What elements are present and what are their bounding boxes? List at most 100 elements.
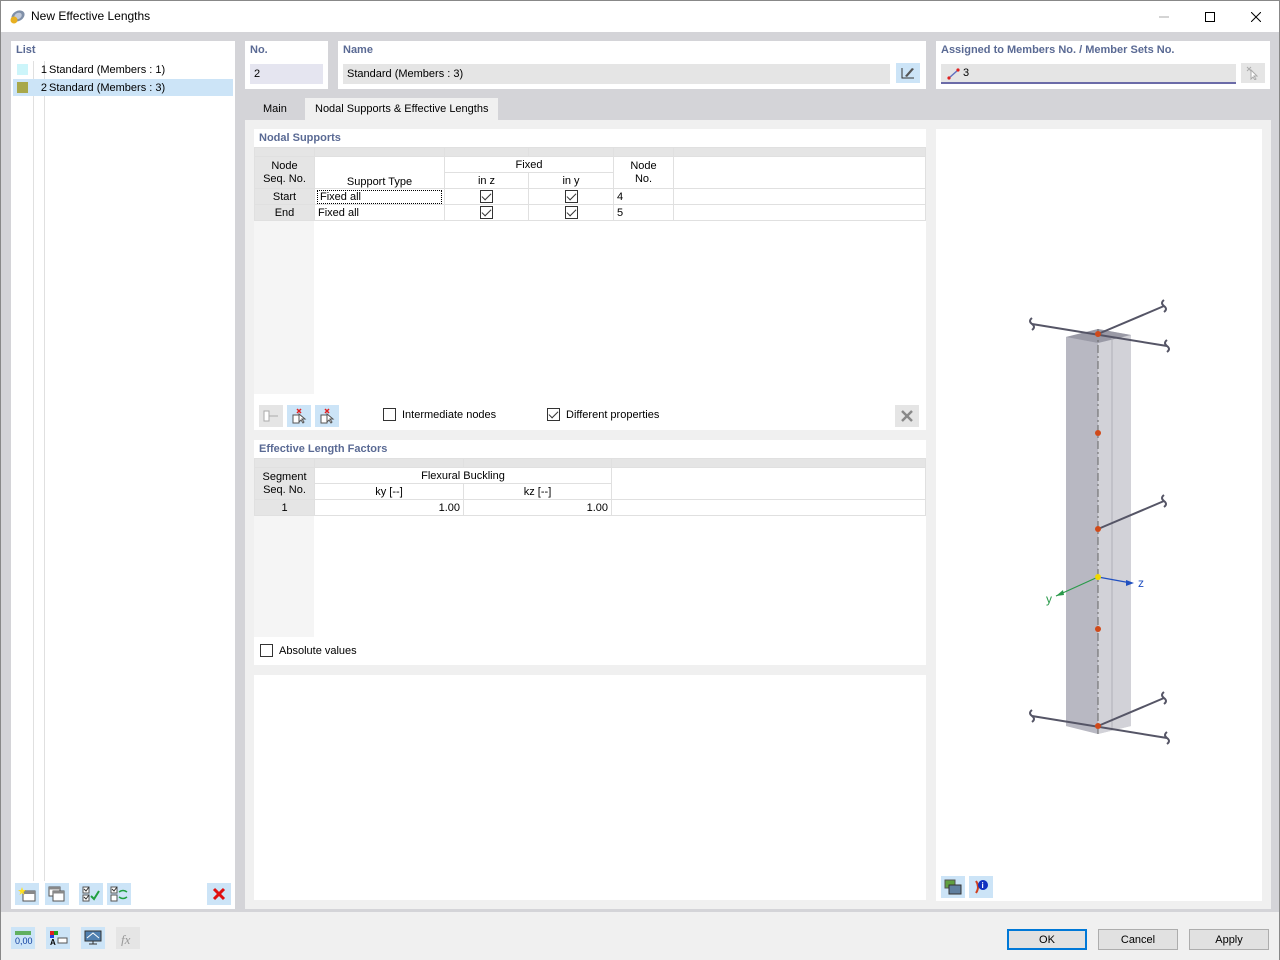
maximize-button[interactable] [1187, 1, 1233, 32]
view-options-button[interactable] [941, 876, 965, 898]
toggle-check-button[interactable] [107, 883, 131, 905]
close-button[interactable] [1233, 1, 1279, 32]
toggle-check-icon [110, 886, 128, 902]
node-no-cell[interactable]: 4 [613, 188, 674, 205]
ok-button[interactable]: OK [1007, 929, 1087, 950]
nodal-supports-title: Nodal Supports [259, 132, 341, 144]
col-node-no: Node No. [613, 156, 674, 189]
fixed-y-checkbox[interactable] [564, 190, 578, 203]
ky-cell[interactable]: 1.00 [314, 499, 464, 516]
absolute-values-label: Absolute values [279, 644, 357, 657]
color-swatch [17, 82, 28, 93]
copy-item-button[interactable] [45, 883, 69, 905]
clear-x-icon [901, 410, 913, 422]
column-left-face [1066, 337, 1098, 734]
column-right-face [1098, 335, 1131, 734]
color-swatch [17, 64, 28, 75]
monitor-icon [84, 930, 102, 945]
display-button[interactable] [81, 927, 105, 949]
table-row: Start Fixed all 4 [254, 188, 926, 205]
row-header-filler [254, 516, 314, 637]
tab-nodal-supports[interactable]: Nodal Supports & Effective Lengths [305, 98, 499, 120]
edit-name-button[interactable] [896, 63, 920, 83]
list-item-2[interactable]: 2 Standard (Members : 3) [13, 79, 233, 96]
col-empty [673, 156, 926, 189]
absolute-values-option[interactable]: Absolute values [260, 644, 357, 657]
different-properties-option[interactable]: Different properties [547, 408, 659, 421]
delete-row-button[interactable] [287, 405, 311, 427]
kz-cell[interactable]: 1.00 [463, 499, 612, 516]
fixed-y-cell[interactable] [528, 188, 614, 205]
tab-main[interactable]: Main [253, 98, 297, 120]
intermediate-nodes-option[interactable]: Intermediate nodes [383, 408, 496, 421]
cancel-button[interactable]: Cancel [1098, 929, 1178, 950]
col-support-type: Support Type [314, 156, 445, 189]
color-text-icon: A [50, 931, 68, 946]
empty-cell [673, 188, 926, 205]
z-axis-label: z [1138, 576, 1144, 590]
info-button[interactable]: i [969, 876, 993, 898]
intermediate-nodes-checkbox[interactable] [383, 408, 396, 421]
node-no-cell[interactable]: 5 [613, 204, 674, 221]
name-box: Name Standard (Members : 3) [338, 41, 926, 89]
header-text: Seq. No. [263, 172, 306, 185]
dialog-footer: 0,00 A fx OK Cancel Apply [1, 912, 1279, 960]
fixed-z-checkbox[interactable] [480, 206, 493, 219]
fixed-y-checkbox[interactable] [564, 206, 578, 219]
pick-members-button[interactable] [1241, 63, 1265, 83]
check-all-button[interactable] [79, 883, 103, 905]
support-type-cell[interactable]: Fixed all [314, 188, 445, 205]
formula-button[interactable]: fx [116, 927, 140, 949]
list-toolbar [15, 883, 231, 905]
list-item-label: Standard (Members : 1) [49, 63, 166, 76]
absolute-values-checkbox[interactable] [260, 644, 273, 657]
number-field[interactable]: 2 [250, 64, 323, 84]
different-properties-checkbox[interactable] [547, 408, 560, 421]
delete-rows-cursor-icon [320, 408, 335, 424]
window-title: New Effective Lengths [31, 9, 151, 23]
app-icon [10, 10, 25, 24]
node-point [1095, 526, 1101, 532]
header-text: Seq. No. [263, 483, 306, 496]
list-item-number: 1 [40, 63, 47, 76]
fixed-z-checkbox[interactable] [480, 190, 493, 203]
text-format-button[interactable]: A [46, 927, 70, 949]
delete-row-cursor-icon [292, 408, 307, 424]
svg-text:fx: fx [121, 932, 131, 946]
table-row: 1 1.00 1.00 [254, 499, 926, 516]
apply-button[interactable]: Apply [1189, 929, 1269, 950]
comment-area [254, 675, 926, 900]
node-point [1095, 723, 1101, 729]
fixed-y-cell[interactable] [528, 204, 614, 221]
close-icon [1251, 11, 1261, 22]
units-button[interactable]: 0,00 [11, 927, 35, 949]
support-type-cell[interactable]: Fixed all [314, 204, 445, 221]
insert-row-button[interactable] [259, 405, 283, 427]
delete-item-button[interactable] [207, 883, 231, 905]
fixed-z-cell[interactable] [444, 188, 529, 205]
col-flexural-buckling: Flexural Buckling [314, 467, 612, 484]
row-header-filler [254, 221, 314, 394]
delete-all-rows-button[interactable] [315, 405, 339, 427]
info-icon: i [975, 880, 988, 894]
assigned-members-field[interactable]: 3 [941, 64, 1236, 84]
y-axis-label: y [1046, 592, 1052, 606]
minimize-button[interactable] [1141, 1, 1187, 32]
clear-table-button[interactable] [895, 405, 919, 427]
check-all-icon [82, 886, 100, 902]
effective-length-table: Segment Seq. No. Flexural Buckling ky [-… [254, 458, 926, 516]
delete-icon [212, 887, 226, 901]
number-label: No. [250, 44, 268, 56]
minimize-icon [1159, 16, 1169, 17]
list-item-1[interactable]: 1 Standard (Members : 1) [13, 61, 233, 78]
list-panel: List 1 Standard (Members : 1) 2 Standard… [11, 41, 235, 909]
maximize-icon [1205, 11, 1215, 22]
new-item-button[interactable] [15, 883, 39, 905]
decimal-units-icon: 0,00 [15, 931, 33, 946]
support-end [1164, 339, 1170, 353]
name-field[interactable]: Standard (Members : 3) [343, 64, 890, 84]
col-fixed: Fixed [444, 156, 614, 173]
fixed-z-cell[interactable] [444, 204, 529, 221]
support-type-value: Fixed all [317, 189, 442, 204]
header-text: No. [634, 172, 653, 185]
